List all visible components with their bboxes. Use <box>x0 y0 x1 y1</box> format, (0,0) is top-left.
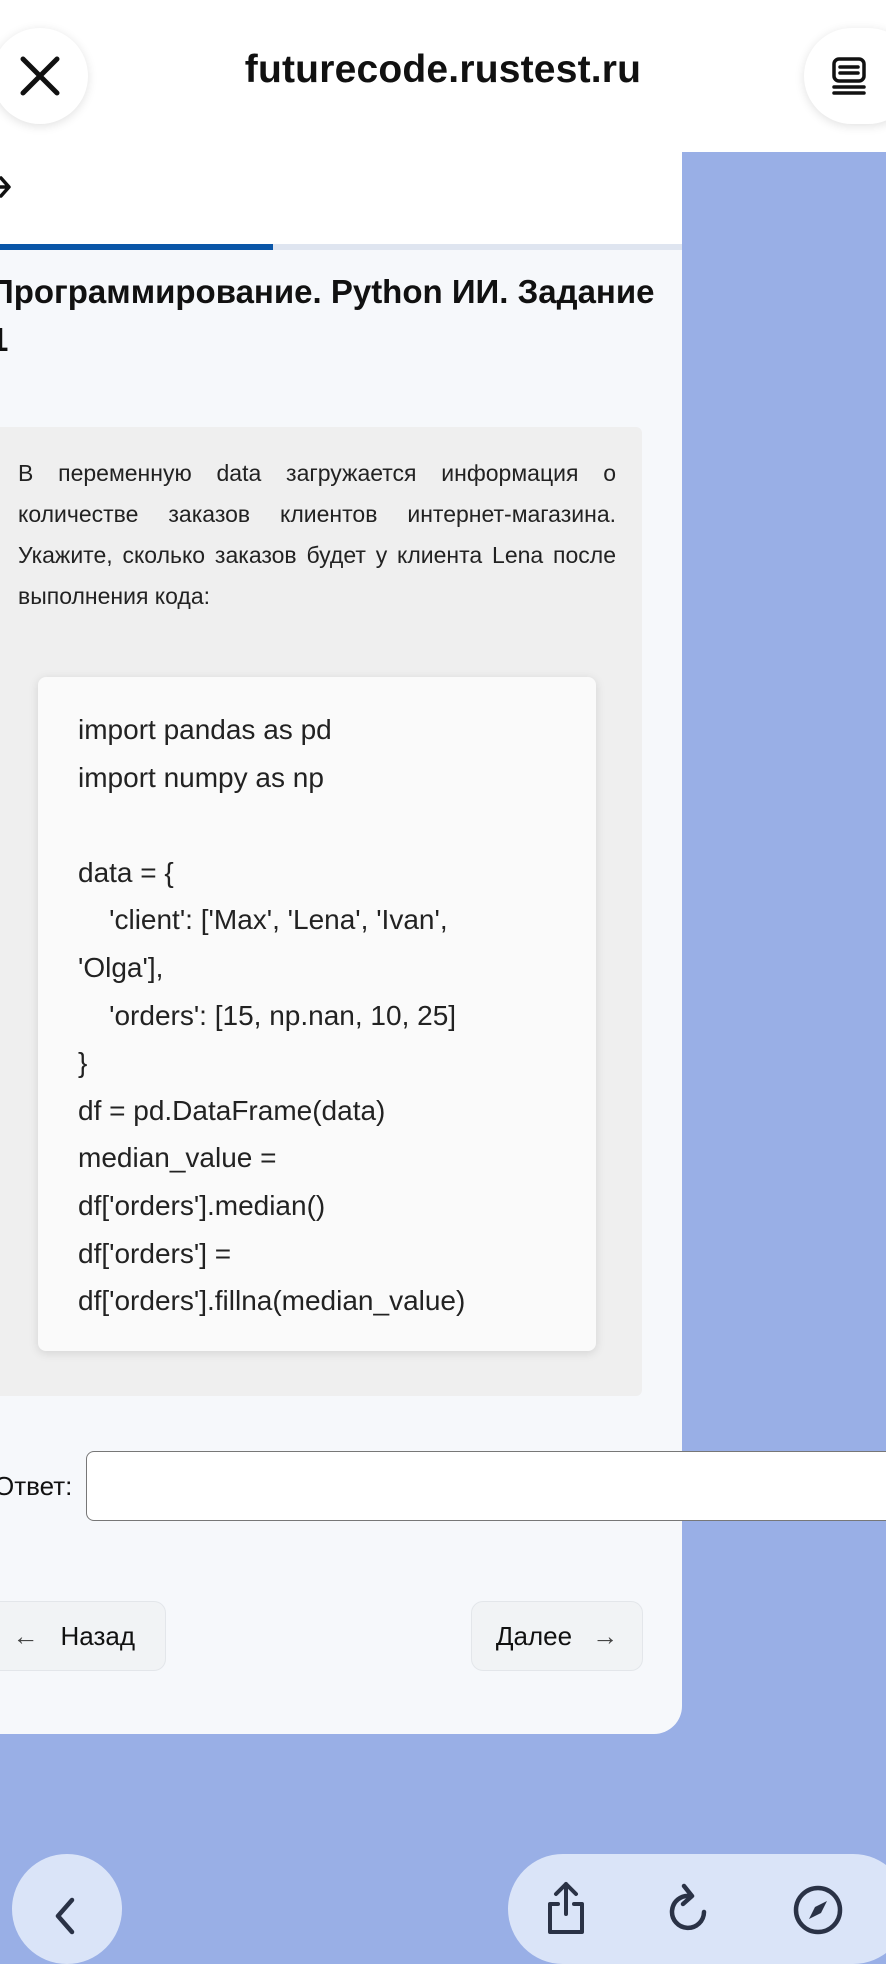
question-text: В переменную data загружается информация… <box>18 460 616 609</box>
chevron-left-icon <box>55 1897 75 1935</box>
address-bar-url[interactable]: futurecode.rustest.ru <box>0 48 886 92</box>
arrow-left-icon: ← <box>12 1620 39 1651</box>
arrow-right-icon: → <box>592 1620 619 1651</box>
next-button-label: Далее <box>495 1620 573 1651</box>
exit-arrow-icon[interactable] <box>0 172 14 202</box>
back-button[interactable]: ← Назад <box>0 1601 166 1671</box>
reload-icon[interactable] <box>664 1882 714 1934</box>
compass-icon[interactable] <box>792 1884 844 1936</box>
next-button[interactable]: Далее → <box>471 1601 643 1671</box>
back-button-label: Назад <box>60 1620 136 1651</box>
answer-label: Ответ: <box>0 1471 73 1501</box>
browser-toolbar <box>508 1854 886 1964</box>
code-text: import pandas as pd import numpy as np d… <box>78 714 466 1317</box>
browser-back-button[interactable] <box>12 1854 122 1964</box>
task-title: Программирование. Python ИИ. Задание 1 <box>0 273 655 358</box>
answer-input[interactable] <box>86 1451 886 1521</box>
share-icon[interactable] <box>544 1880 588 1936</box>
reader-icon <box>832 57 866 95</box>
page-header-strip <box>0 152 682 244</box>
